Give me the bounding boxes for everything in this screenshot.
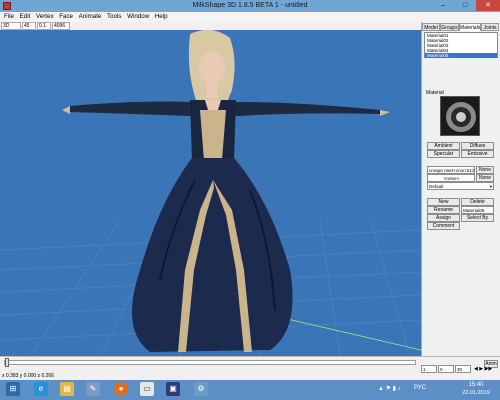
diffuse-button[interactable]: Diffuse bbox=[461, 142, 494, 150]
tab-materials[interactable]: Materials bbox=[459, 23, 481, 31]
alpha-texture-field[interactable]: <none> bbox=[427, 174, 475, 182]
clock-date[interactable]: 22.01.2019 bbox=[456, 390, 496, 396]
delete-material-button[interactable]: Delete bbox=[461, 198, 494, 206]
tab-groups[interactable]: Groups bbox=[440, 23, 459, 31]
tool-icon[interactable]: ⚙ bbox=[194, 382, 208, 396]
far-clip-field[interactable]: 4096 bbox=[52, 22, 70, 30]
specular-button[interactable]: Specular bbox=[427, 150, 460, 158]
maximize-button[interactable]: □ bbox=[454, 0, 476, 11]
firefox-icon[interactable]: ● bbox=[114, 382, 128, 396]
3d-viewport[interactable] bbox=[0, 30, 421, 356]
play-icon[interactable]: ◀ ▶ ▶▶ bbox=[474, 366, 492, 372]
menu-bar: File Edit Vertex Face Animate Tools Wind… bbox=[0, 12, 500, 22]
rename-button[interactable]: Rename bbox=[427, 206, 460, 214]
model-face bbox=[199, 51, 225, 85]
tray-icons[interactable]: ▲ ⚑ ▮ ♪ bbox=[378, 385, 401, 392]
ie-icon[interactable]: e bbox=[34, 382, 48, 396]
start-icon[interactable]: ⊞ bbox=[6, 382, 20, 396]
mode-select-value: Default bbox=[429, 184, 444, 189]
language-indicator[interactable]: РУС bbox=[414, 385, 426, 391]
near-clip-field[interactable]: 0.1 bbox=[37, 22, 51, 30]
menu-help[interactable]: Help bbox=[155, 12, 168, 22]
clock-time[interactable]: 15:40 bbox=[456, 382, 496, 388]
axis-line bbox=[269, 314, 421, 351]
minimize-button[interactable]: – bbox=[432, 0, 454, 11]
chevron-down-icon: ▾ bbox=[489, 184, 492, 189]
rename-field[interactable]: Material05 bbox=[461, 206, 494, 214]
view-mode-select[interactable]: 3D bbox=[1, 22, 21, 30]
material-sphere-icon bbox=[446, 102, 476, 132]
emissive-button[interactable]: Emissive bbox=[461, 150, 494, 158]
menu-file[interactable]: File bbox=[4, 12, 14, 22]
fov-field[interactable]: 45 bbox=[22, 22, 36, 30]
texture-field[interactable]: сmaре.nnet+сnоn:512.p bbox=[427, 166, 475, 174]
alpha-none-button[interactable]: None bbox=[476, 174, 494, 182]
window-title: MilkShape 3D 1.8.5 BETA 1 - untitled bbox=[192, 2, 308, 9]
tab-joints[interactable]: Joints bbox=[481, 23, 499, 31]
frame-start-field[interactable]: 1 bbox=[421, 365, 437, 373]
mode-select[interactable]: Default ▾ bbox=[427, 182, 494, 190]
material-list[interactable]: Material01 Material02 Material03 Materia… bbox=[424, 32, 498, 58]
new-material-button[interactable]: New bbox=[427, 198, 460, 206]
status-coordinates: x 0.383 y 0.000 z 0.266 bbox=[2, 373, 54, 379]
frame-current-field[interactable]: 0 bbox=[438, 365, 454, 373]
material-item-selected[interactable]: Material05 bbox=[425, 53, 497, 58]
tab-model[interactable]: Model bbox=[422, 23, 440, 31]
milkshape-icon[interactable]: ▣ bbox=[166, 382, 180, 396]
menu-tools[interactable]: Tools bbox=[107, 12, 121, 22]
texture-none-button[interactable]: None bbox=[476, 166, 494, 174]
viewport-scene bbox=[0, 30, 421, 356]
timeline-thumb[interactable] bbox=[5, 358, 9, 367]
menu-vertex[interactable]: Vertex bbox=[36, 12, 54, 22]
menu-animate[interactable]: Animate bbox=[79, 12, 102, 22]
material-preview bbox=[440, 96, 480, 136]
ambient-button[interactable]: Ambient bbox=[427, 142, 460, 150]
paint-icon[interactable]: ✎ bbox=[86, 382, 100, 396]
notepad-icon[interactable]: ▭ bbox=[140, 382, 154, 396]
comment-button[interactable]: Comment bbox=[427, 222, 460, 230]
select-by-button[interactable]: Select By bbox=[461, 214, 494, 222]
menu-window[interactable]: Window bbox=[127, 12, 149, 22]
close-button[interactable]: ✕ bbox=[476, 0, 500, 11]
assign-button[interactable]: Assign bbox=[427, 214, 460, 222]
frame-end-field[interactable]: 30 bbox=[455, 365, 471, 373]
menu-face[interactable]: Face bbox=[59, 12, 73, 22]
explorer-icon[interactable]: ▤ bbox=[60, 382, 74, 396]
menu-edit[interactable]: Edit bbox=[20, 12, 31, 22]
timeline-slider[interactable] bbox=[4, 360, 416, 365]
